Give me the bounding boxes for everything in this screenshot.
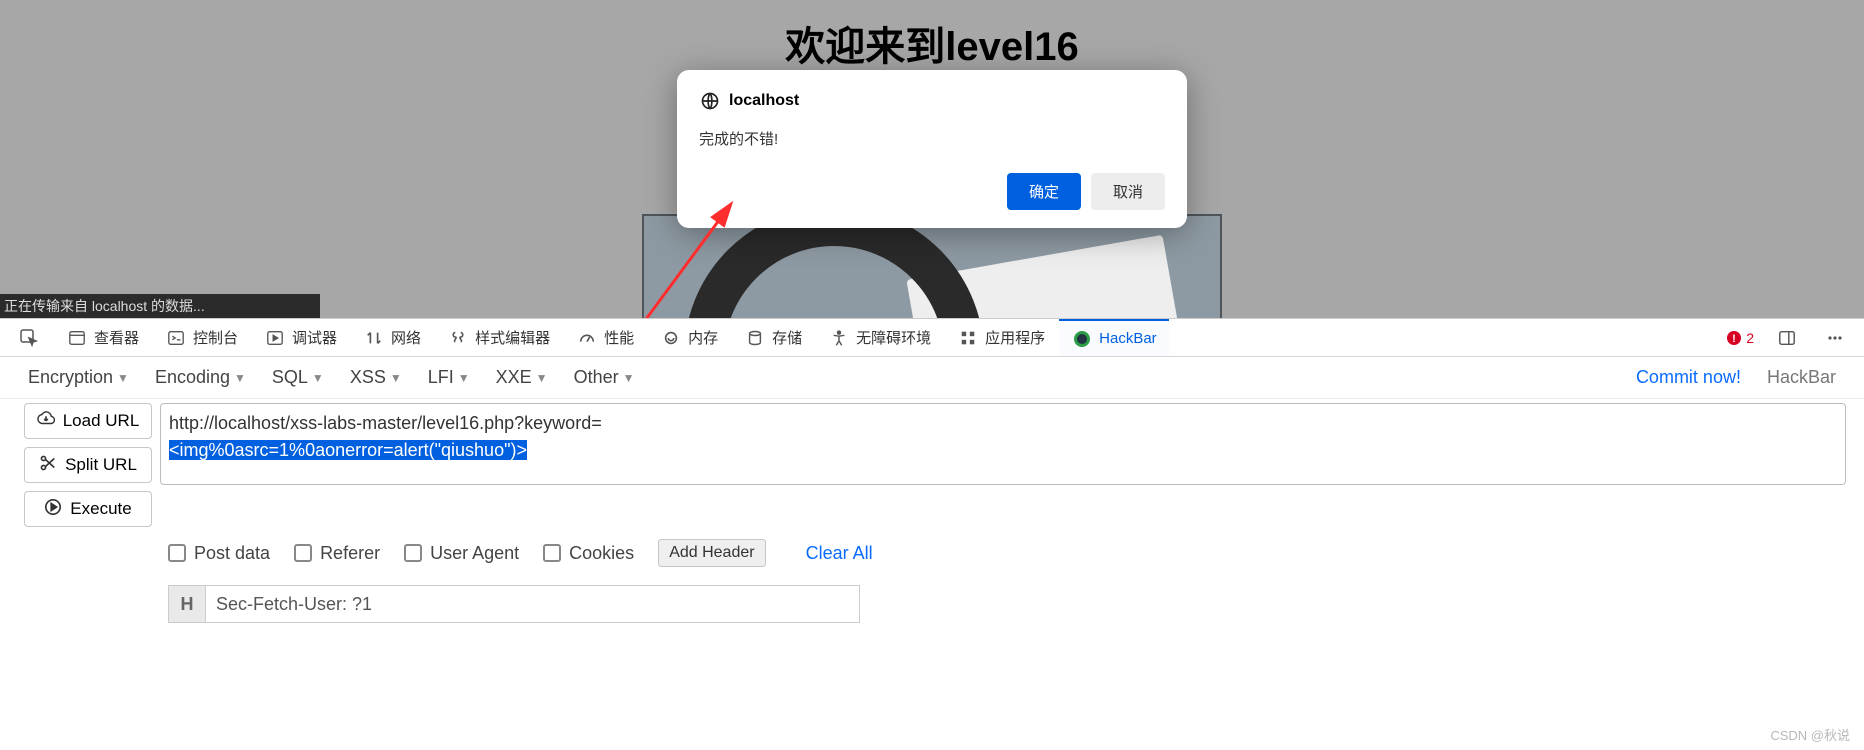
tab-hackbar[interactable]: HackBar (1059, 319, 1169, 356)
accessibility-icon (828, 327, 850, 349)
tab-debugger[interactable]: 调试器 (252, 319, 349, 356)
dialog-ok-button[interactable]: 确定 (1007, 173, 1081, 210)
menu-encoding[interactable]: Encoding▼ (155, 367, 246, 388)
add-header-button[interactable]: Add Header (658, 539, 765, 567)
performance-icon (576, 327, 598, 349)
commit-link[interactable]: Commit now! (1636, 367, 1741, 388)
play-icon (44, 498, 62, 521)
check-useragent[interactable]: User Agent (404, 543, 519, 564)
clear-all-link[interactable]: Clear All (806, 543, 873, 564)
menu-xss[interactable]: XSS▼ (350, 367, 402, 388)
watermark: CSDN @秋说 (1770, 725, 1850, 744)
application-icon (957, 327, 979, 349)
header-value-input[interactable]: Sec-Fetch-User: ?1 (206, 585, 860, 623)
tab-application[interactable]: 应用程序 (945, 319, 1057, 356)
dialog-cancel-button[interactable]: 取消 (1091, 173, 1165, 210)
console-icon (165, 327, 187, 349)
check-cookies[interactable]: Cookies (543, 543, 634, 564)
devtools-tabs: 查看器 控制台 调试器 网络 样式编辑器 性能 内存 存储 无障碍环境 应用程序… (0, 319, 1864, 357)
tab-pick-element[interactable] (6, 319, 52, 356)
menu-xxe[interactable]: XXE▼ (496, 367, 548, 388)
hackbar-panel: Encryption▼ Encoding▼ SQL▼ XSS▼ LFI▼ XXE… (0, 357, 1864, 623)
check-referer[interactable]: Referer (294, 543, 380, 564)
download-icon (37, 410, 55, 433)
split-url-button[interactable]: Split URL (24, 447, 152, 483)
tab-console[interactable]: 控制台 (153, 319, 250, 356)
globe-icon (699, 90, 721, 112)
pick-element-icon (18, 327, 40, 349)
debugger-icon (264, 327, 286, 349)
storage-icon (744, 327, 766, 349)
hackbar-menu: Encryption▼ Encoding▼ SQL▼ XSS▼ LFI▼ XXE… (0, 357, 1864, 399)
tab-network[interactable]: 网络 (351, 319, 433, 356)
scissors-icon (39, 454, 57, 477)
js-alert-dialog: localhost 完成的不错! 确定 取消 (677, 70, 1187, 228)
tab-style[interactable]: 样式编辑器 (435, 319, 562, 356)
menu-other[interactable]: Other▼ (574, 367, 635, 388)
page-title: 欢迎来到level16 (0, 0, 1864, 72)
dock-button[interactable] (1764, 319, 1810, 356)
url-textarea[interactable]: http://localhost/xss-labs-master/level16… (160, 403, 1846, 485)
url-selected-text: <img%0asrc=1%0aonerror=alert("qiushuo")> (169, 440, 527, 460)
devtools-panel: 查看器 控制台 调试器 网络 样式编辑器 性能 内存 存储 无障碍环境 应用程序… (0, 318, 1864, 750)
network-icon (363, 327, 385, 349)
dock-icon (1776, 327, 1798, 349)
error-counter[interactable]: !2 (1718, 330, 1762, 346)
dialog-message: 完成的不错! (699, 128, 1165, 149)
memory-icon (660, 327, 682, 349)
hackbar-icon (1071, 328, 1093, 350)
status-bar: 正在传输来自 localhost 的数据... (0, 294, 320, 318)
style-icon (447, 327, 469, 349)
check-post[interactable]: Post data (168, 543, 270, 564)
svg-text:!: ! (1732, 333, 1736, 345)
menu-lfi[interactable]: LFI▼ (428, 367, 470, 388)
menu-sql[interactable]: SQL▼ (272, 367, 324, 388)
url-line1: http://localhost/xss-labs-master/level16… (169, 410, 1837, 437)
inspector-icon (66, 327, 88, 349)
more-icon (1824, 327, 1846, 349)
menu-encryption[interactable]: Encryption▼ (28, 367, 129, 388)
dialog-host: localhost (729, 92, 799, 110)
tab-accessibility[interactable]: 无障碍环境 (816, 319, 943, 356)
tab-memory[interactable]: 内存 (648, 319, 730, 356)
load-url-button[interactable]: Load URL (24, 403, 152, 439)
level-image (642, 214, 1222, 334)
tab-inspector[interactable]: 查看器 (54, 319, 151, 356)
tab-performance[interactable]: 性能 (564, 319, 646, 356)
more-button[interactable] (1812, 319, 1858, 356)
header-badge[interactable]: H (168, 585, 206, 623)
tab-storage[interactable]: 存储 (732, 319, 814, 356)
execute-button[interactable]: Execute (24, 491, 152, 527)
hackbar-brand: HackBar (1767, 367, 1836, 388)
